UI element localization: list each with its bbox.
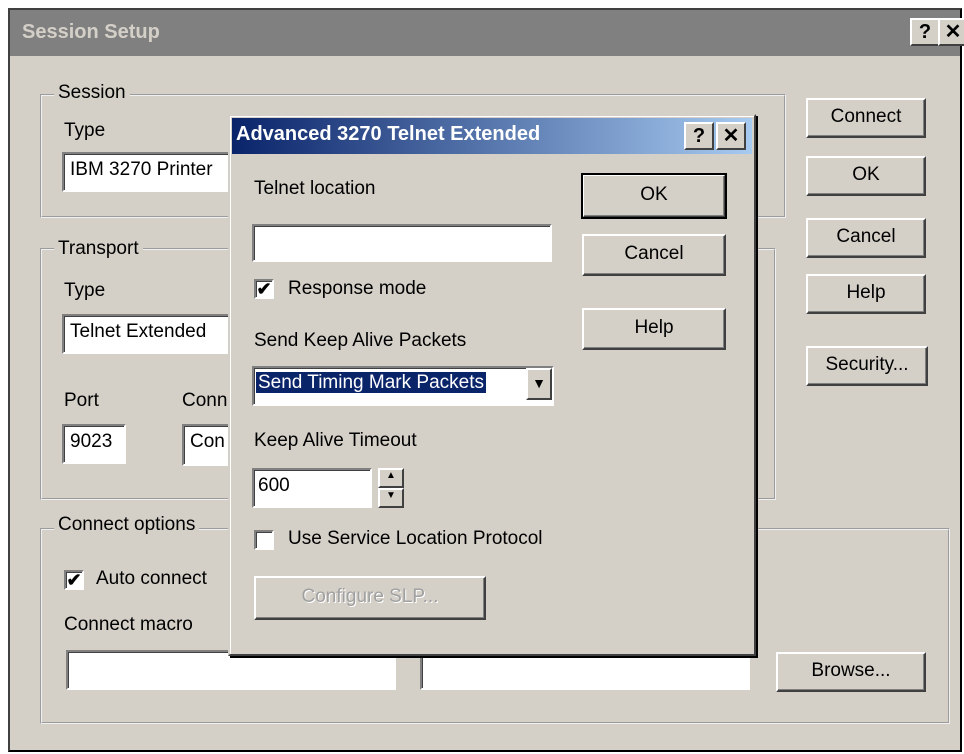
dialog-ok-label: OK (640, 184, 668, 205)
connect-macro-label: Connect macro (64, 614, 193, 635)
session-type-label: Type (64, 120, 106, 141)
telnet-location-label: Telnet location (254, 178, 376, 199)
help-button[interactable]: Help (806, 274, 926, 314)
response-mode-label: Response mode (288, 278, 427, 299)
ok-button-label: OK (852, 164, 880, 185)
keep-alive-timeout-input[interactable]: 600 (252, 468, 372, 508)
port-input[interactable]: 9023 (62, 424, 126, 464)
checkmark-icon: ✔ (256, 279, 272, 299)
browse-button[interactable]: Browse... (776, 652, 926, 692)
cancel-button-label: Cancel (836, 226, 896, 247)
connection-value: Con (190, 431, 225, 452)
session-type-value: IBM 3270 Printer (70, 159, 213, 180)
connect-button-label: Connect (830, 106, 902, 127)
cancel-button[interactable]: Cancel (806, 218, 926, 258)
help-button-label: Help (846, 282, 886, 303)
dialog-cancel-label: Cancel (624, 243, 684, 264)
auto-connect-label: Auto connect (96, 568, 207, 589)
dialog-help-label: Help (634, 317, 674, 338)
dialog-help-button[interactable]: Help (582, 308, 726, 350)
help-icon[interactable]: ? (910, 18, 940, 46)
macro-path-input[interactable] (420, 650, 750, 690)
connect-options-group-label: Connect options (54, 514, 200, 536)
keep-alive-timeout-value: 600 (258, 475, 290, 496)
advanced-telnet-dialog: Advanced 3270 Telnet Extended ? ✕ Telnet… (228, 114, 756, 656)
security-button-label: Security... (825, 354, 909, 375)
configure-slp-label: Configure SLP... (301, 586, 439, 607)
auto-connect-checkbox[interactable]: ✔ (64, 570, 84, 590)
dialog-close-icon[interactable]: ✕ (716, 122, 746, 150)
keep-alive-select[interactable]: Send Timing Mark Packets (252, 366, 554, 406)
transport-type-label: Type (64, 280, 106, 301)
dialog-title: Advanced 3270 Telnet Extended (236, 123, 541, 145)
spin-up-icon[interactable]: ▲ (378, 468, 404, 488)
connect-macro-input[interactable] (66, 650, 396, 690)
keep-alive-label: Send Keep Alive Packets (254, 330, 467, 351)
close-icon[interactable]: ✕ (938, 18, 964, 46)
dialog-help-icon[interactable]: ? (684, 122, 714, 150)
transport-group-label: Transport (54, 238, 143, 260)
telnet-location-input[interactable] (252, 224, 552, 262)
dialog-ok-button[interactable]: OK (581, 173, 727, 219)
checkmark-icon: ✔ (66, 570, 82, 590)
spin-down-icon[interactable]: ▼ (378, 488, 404, 508)
window-title: Session Setup (22, 21, 160, 43)
slp-checkbox[interactable] (254, 530, 274, 550)
port-label: Port (64, 390, 99, 411)
dialog-titlebar[interactable]: Advanced 3270 Telnet Extended ? ✕ (232, 118, 752, 154)
keep-alive-timeout-label: Keep Alive Timeout (254, 430, 417, 451)
port-value: 9023 (70, 431, 113, 452)
keep-alive-value: Send Timing Mark Packets (256, 372, 486, 393)
slp-label: Use Service Location Protocol (288, 528, 543, 549)
configure-slp-button[interactable]: Configure SLP... (254, 576, 486, 620)
security-button[interactable]: Security... (806, 346, 928, 386)
session-setup-titlebar[interactable]: Session Setup ? ✕ (10, 10, 964, 56)
transport-type-value: Telnet Extended (70, 321, 207, 342)
connect-button[interactable]: Connect (806, 98, 926, 138)
dialog-cancel-button[interactable]: Cancel (582, 234, 726, 276)
chevron-down-icon[interactable]: ▼ (526, 368, 552, 400)
ok-button[interactable]: OK (806, 156, 926, 196)
connection-label: Conn (182, 390, 228, 411)
response-mode-checkbox[interactable]: ✔ (254, 279, 274, 299)
session-group-label: Session (54, 82, 130, 104)
browse-button-label: Browse... (811, 660, 891, 681)
